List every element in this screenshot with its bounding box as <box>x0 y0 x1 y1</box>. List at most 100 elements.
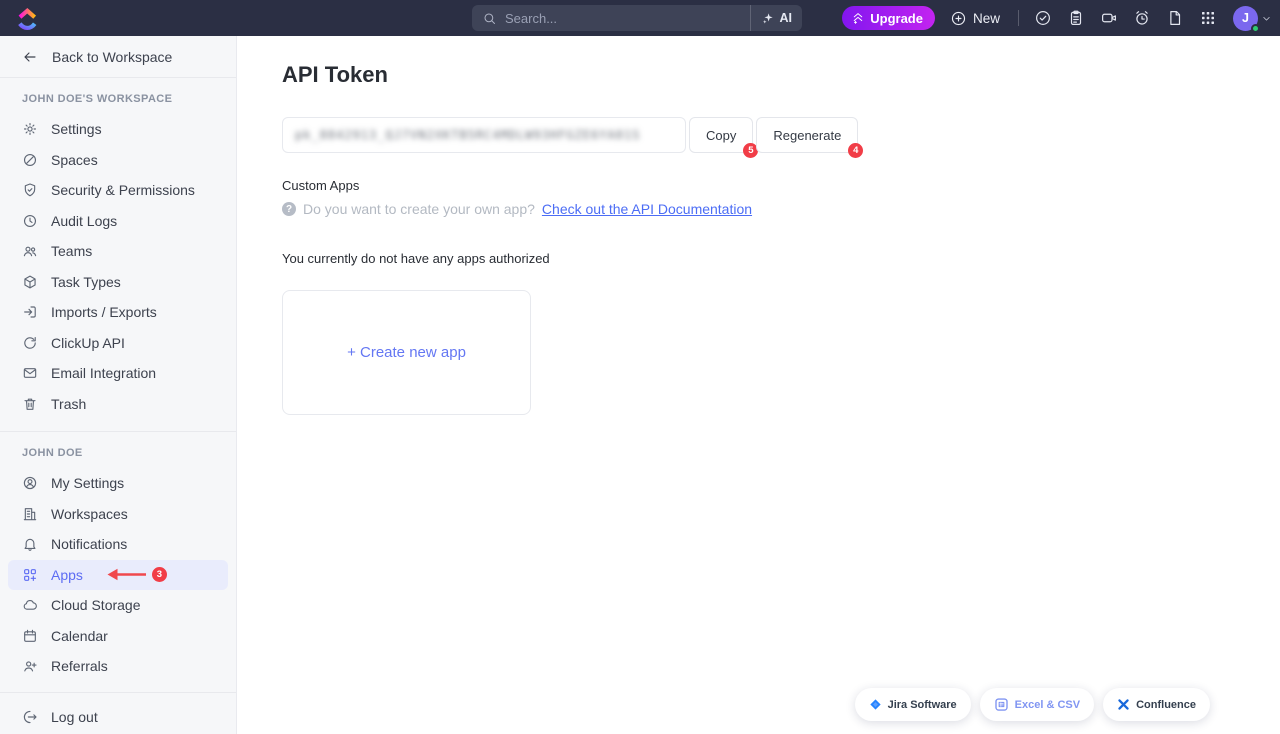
confluence-icon <box>1117 698 1130 711</box>
sidebar-item-notifications[interactable]: Notifications <box>0 529 236 560</box>
user-circle-icon <box>22 475 38 491</box>
create-app-card[interactable]: + Create new app <box>282 290 531 415</box>
envelope-icon <box>22 365 38 381</box>
confluence-button[interactable]: Confluence <box>1103 688 1210 721</box>
user-section-title: JOHN DOE <box>22 447 214 459</box>
sidebar-item-label: Imports / Exports <box>51 304 157 320</box>
pill-label: Excel & CSV <box>1015 699 1080 711</box>
page-title: API Token <box>282 62 1280 88</box>
app-grid-icon <box>1199 9 1217 27</box>
sidebar-divider <box>0 692 236 693</box>
copy-button[interactable]: Copy 5 <box>689 117 753 153</box>
api-token-value-blurred: pk_8842913_QJ7VN2XKTB5RC4MDLW93HFGZE6YA0… <box>295 128 640 142</box>
regenerate-label: Regenerate <box>773 128 841 143</box>
back-to-workspace[interactable]: Back to Workspace <box>0 36 236 77</box>
clipboard-icon <box>1067 9 1085 27</box>
sidebar-item-imports-exports[interactable]: Imports / Exports <box>0 297 236 328</box>
sidebar-item-settings[interactable]: Settings <box>0 114 236 145</box>
custom-apps-hint: ? Do you want to create your own app? Ch… <box>282 201 1280 217</box>
notepad-button[interactable] <box>1064 6 1088 30</box>
account-menu[interactable]: J <box>1233 6 1272 31</box>
reminders-button[interactable] <box>1130 6 1154 30</box>
sidebar-item-label: Notifications <box>51 536 127 552</box>
api-token-row: pk_8842913_QJ7VN2XKTB5RC4MDLW93HFGZE6YA0… <box>282 117 1280 153</box>
sidebar-item-label: My Settings <box>51 475 124 491</box>
apps-launcher-button[interactable] <box>1196 6 1220 30</box>
my-tasks-button[interactable] <box>1031 6 1055 30</box>
docs-button[interactable] <box>1163 6 1187 30</box>
sidebar-item-teams[interactable]: Teams <box>0 236 236 267</box>
upgrade-button[interactable]: Upgrade <box>842 6 935 30</box>
pill-label: Confluence <box>1136 699 1196 711</box>
document-icon <box>1166 9 1184 27</box>
clickup-logo-icon <box>18 8 37 30</box>
sidebar-item-cloud-storage[interactable]: Cloud Storage <box>0 590 236 621</box>
sidebar-item-label: Security & Permissions <box>51 182 195 198</box>
spaces-icon <box>22 152 38 168</box>
search-input[interactable] <box>497 5 750 31</box>
sidebar-item-spaces[interactable]: Spaces <box>0 145 236 176</box>
calendar-icon <box>22 628 38 644</box>
trash-icon <box>22 396 38 412</box>
video-icon <box>1100 9 1118 27</box>
sidebar-item-my-settings[interactable]: My Settings <box>0 468 236 499</box>
arrow-left-icon <box>22 49 38 65</box>
clickup-logo[interactable] <box>14 7 40 31</box>
ai-label: AI <box>780 11 793 25</box>
apps-annotation: 3 <box>106 567 167 582</box>
sidebar-item-label: Audit Logs <box>51 213 117 229</box>
apps-grid-icon <box>22 567 38 583</box>
sidebar-divider <box>0 77 236 78</box>
create-new-app-button[interactable]: + Create new app <box>347 344 466 361</box>
gear-icon <box>22 121 38 137</box>
chevron-down-icon <box>1261 13 1272 24</box>
sidebar-item-clickup-api[interactable]: ClickUp API <box>0 328 236 359</box>
sidebar-item-calendar[interactable]: Calendar <box>0 621 236 652</box>
sidebar-item-log-out[interactable]: Log out <box>0 702 236 733</box>
workspace-section-title: JOHN DOE'S WORKSPACE <box>22 93 214 105</box>
sidebar-item-apps[interactable]: Apps 3 <box>8 560 228 591</box>
topbar-divider <box>1018 10 1019 26</box>
sidebar-item-label: Referrals <box>51 658 108 674</box>
avatar: J <box>1233 6 1258 31</box>
sidebar-item-audit-logs[interactable]: Audit Logs <box>0 206 236 237</box>
presence-dot <box>1251 24 1260 33</box>
sidebar-item-label: Apps <box>51 567 83 583</box>
regenerate-button[interactable]: Regenerate 4 <box>756 117 858 153</box>
sidebar-item-label: Workspaces <box>51 506 128 522</box>
check-circle-icon <box>1034 9 1052 27</box>
sparkle-icon <box>761 11 775 25</box>
jira-software-button[interactable]: Jira Software <box>855 688 971 721</box>
sidebar-item-referrals[interactable]: Referrals <box>0 651 236 682</box>
upgrade-icon <box>851 11 865 25</box>
sidebar-item-label: Settings <box>51 121 102 137</box>
global-search[interactable]: AI <box>472 5 802 31</box>
sidebar-item-task-types[interactable]: Task Types <box>0 267 236 298</box>
sidebar-item-workspaces[interactable]: Workspaces <box>0 499 236 530</box>
sidebar-item-label: Spaces <box>51 152 98 168</box>
hint-text: Do you want to create your own app? <box>303 201 535 217</box>
jira-icon <box>869 698 882 711</box>
excel-csv-button[interactable]: Excel & CSV <box>980 688 1094 721</box>
api-documentation-link[interactable]: Check out the API Documentation <box>542 201 752 217</box>
pill-label: Jira Software <box>888 699 957 711</box>
building-icon <box>22 506 38 522</box>
api-icon <box>22 335 38 351</box>
integration-pill-tray: Jira Software Excel & CSV Confluence <box>855 688 1210 721</box>
sidebar-item-security-permissions[interactable]: Security & Permissions <box>0 175 236 206</box>
topbar-actions: Upgrade New <box>842 0 1272 36</box>
sidebar-item-label: Cloud Storage <box>51 597 141 613</box>
annotation-badge-3: 3 <box>152 567 167 582</box>
api-token-field[interactable]: pk_8842913_QJ7VN2XKTB5RC4MDLW93HFGZE6YA0… <box>282 117 686 153</box>
sidebar-divider <box>0 431 236 432</box>
annotation-arrow-icon <box>106 568 148 581</box>
new-button[interactable]: New <box>944 6 1006 30</box>
record-clip-button[interactable] <box>1097 6 1121 30</box>
ai-button[interactable]: AI <box>750 5 803 31</box>
plus-circle-icon <box>950 10 967 27</box>
apps-empty-state: You currently do not have any apps autho… <box>282 251 1280 266</box>
cloud-icon <box>22 597 38 613</box>
sidebar-item-label: Trash <box>51 396 86 412</box>
sidebar-item-trash[interactable]: Trash <box>0 389 236 420</box>
sidebar-item-email-integration[interactable]: Email Integration <box>0 358 236 389</box>
